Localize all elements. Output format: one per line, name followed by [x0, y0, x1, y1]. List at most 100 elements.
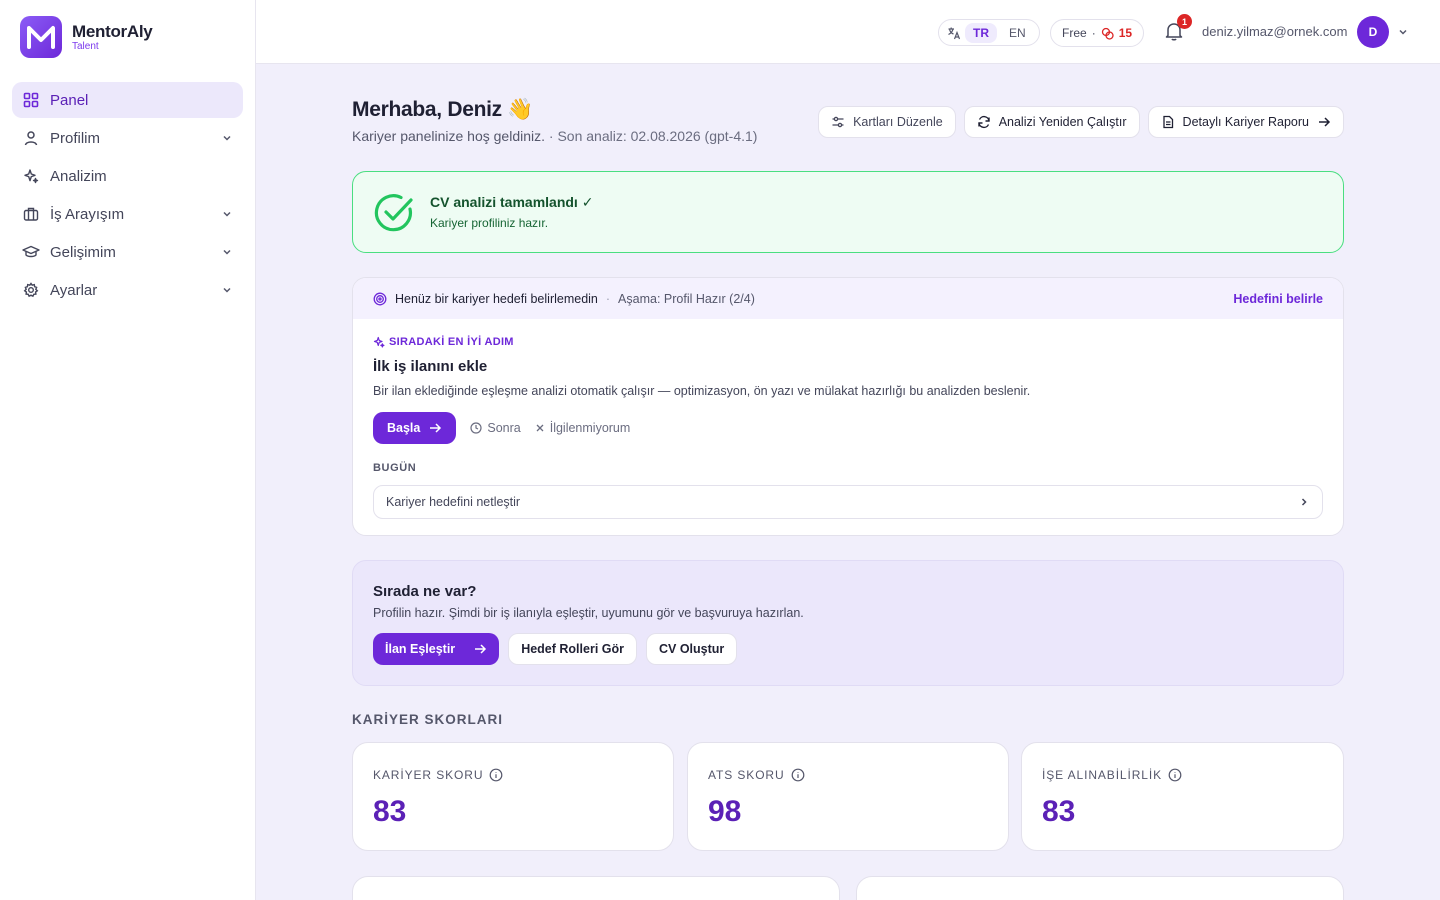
info-icon[interactable]: [791, 768, 805, 782]
start-button-label: Başla: [387, 421, 421, 435]
clock-icon: [470, 422, 482, 434]
goal-separator: ·: [605, 291, 611, 306]
page-subtitle: Kariyer panelinize hoş geldiniz. · Son a…: [352, 128, 757, 144]
header-actions: Kartları Düzenle Analizi Yeniden Çalıştı…: [818, 106, 1344, 138]
match-job-label: İlan Eşleştir: [385, 642, 456, 656]
chevron-down-icon: [223, 287, 231, 293]
cv-analysis-success-card: CV analizi tamamlandı ✓ Kariyer profilin…: [352, 171, 1344, 253]
user-email[interactable]: deniz.yilmaz@ornek.com: [1202, 24, 1347, 39]
score-value: 83: [1042, 795, 1076, 828]
score-label-text: İŞE ALINABİLİRLİK: [1042, 768, 1163, 782]
arrow-right-icon: [430, 423, 442, 433]
language-en-button[interactable]: EN: [1001, 23, 1034, 43]
check-circle-icon: [374, 194, 413, 232]
career-report-button[interactable]: Detaylı Kariyer Raporu: [1147, 106, 1344, 138]
edit-cards-label: Kartları Düzenle: [853, 115, 943, 129]
sparkles-icon: [373, 336, 385, 348]
close-icon: [536, 424, 544, 432]
language-switcher: TR EN: [938, 19, 1040, 46]
brand-name: MentorAly: [72, 22, 153, 41]
rerun-analysis-button[interactable]: Analizi Yeniden Çalıştır: [963, 106, 1140, 138]
sidebar-nav: Panel Profilim Analizim İş Arayışım Geli…: [12, 82, 243, 310]
edit-cards-button[interactable]: Kartları Düzenle: [818, 106, 956, 138]
chevron-down-icon: [223, 135, 231, 141]
bottom-card-right: [856, 876, 1344, 900]
later-label: Sonra: [487, 421, 521, 435]
plan-separator: ·: [1091, 26, 1096, 40]
sidebar-item-ayarlar[interactable]: Ayarlar: [12, 272, 243, 308]
score-value: 98: [708, 795, 742, 828]
bottom-card-left: [352, 876, 840, 900]
gear-icon: [22, 281, 40, 299]
document-icon: [1162, 115, 1173, 129]
next-step-title: İlk iş ilanını ekle: [373, 358, 488, 375]
sidebar-item-is-arayisim[interactable]: İş Arayışım: [12, 196, 243, 232]
career-report-label: Detaylı Kariyer Raporu: [1182, 115, 1309, 129]
next-step-kicker-label: SIRADAKİ EN İYİ ADIM: [389, 336, 514, 348]
target-roles-button[interactable]: Hedef Rolleri Gör: [508, 633, 637, 665]
dismiss-button[interactable]: İlgilenmiyorum: [535, 421, 631, 435]
logo-mark-icon: [20, 16, 62, 58]
chevron-right-icon: [1301, 498, 1307, 506]
refresh-icon: [977, 115, 990, 129]
employability-score-card: İŞE ALINABİLİRLİK 83: [1021, 742, 1344, 851]
info-icon[interactable]: [489, 768, 503, 782]
match-job-button[interactable]: İlan Eşleştir: [373, 633, 500, 665]
career-goal-card: Henüz bir kariyer hedefi belirlemedin · …: [352, 277, 1344, 536]
sidebar-item-analizim[interactable]: Analizim: [12, 158, 243, 194]
chevron-down-icon: [223, 249, 231, 255]
sidebar-item-gelisimim[interactable]: Gelişimim: [12, 234, 243, 270]
avatar[interactable]: D: [1357, 16, 1389, 48]
whats-next-title: Sırada ne var?: [373, 583, 477, 600]
next-step-description: Bir ilan eklediğinde eşleşme analizi oto…: [373, 384, 1031, 398]
sidebar-item-label: Analizim: [50, 167, 107, 185]
welcome-text: Kariyer panelinize hoş geldiniz.: [352, 128, 545, 144]
today-task-label: Kariyer hedefini netleştir: [386, 495, 521, 509]
sidebar: MentorAly Talent Panel Profilim Analizim: [0, 0, 256, 900]
credits-icon: [1101, 27, 1114, 40]
whats-next-description: Profilin hazır. Şimdi bir iş ilanıyla eş…: [373, 606, 804, 620]
plan-badge[interactable]: Free · 15: [1050, 19, 1145, 47]
set-goal-link[interactable]: Hedefini belirle: [1233, 292, 1323, 306]
last-analysis-text: · Son analiz: 02.08.2026 (gpt-4.1): [548, 128, 758, 144]
language-tr-button[interactable]: TR: [965, 22, 997, 43]
score-label: ATS SKORU: [708, 768, 805, 782]
topbar: TR EN Free · 15 1 deniz.yilmaz@ornek.com…: [256, 0, 1440, 64]
brand-sub: Talent: [72, 41, 99, 52]
sidebar-item-label: Gelişimim: [50, 243, 116, 261]
chevron-down-icon[interactable]: [1397, 26, 1409, 38]
goal-status-bar: Henüz bir kariyer hedefi belirlemedin · …: [353, 278, 1343, 319]
whats-next-actions: İlan Eşleştir Hedef Rolleri Gör CV Oluşt…: [373, 633, 738, 665]
score-label: İŞE ALINABİLİRLİK: [1042, 768, 1182, 782]
page-title: Merhaba, Deniz 👋: [352, 98, 534, 121]
info-icon[interactable]: [1168, 768, 1182, 782]
career-scores-heading: KARİYER SKORLARI: [352, 712, 504, 727]
chevron-down-icon: [223, 211, 231, 217]
goal-stage: Aşama: Profil Hazır (2/4): [618, 291, 755, 306]
arrow-right-icon: [475, 644, 487, 654]
sidebar-item-panel[interactable]: Panel: [12, 82, 243, 118]
start-button[interactable]: Başla: [373, 412, 457, 444]
success-subtitle: Kariyer profiliniz hazır.: [430, 216, 549, 230]
later-button[interactable]: Sonra: [470, 421, 521, 435]
rerun-analysis-label: Analizi Yeniden Çalıştır: [998, 115, 1127, 129]
score-label-text: KARİYER SKORU: [373, 768, 484, 782]
sliders-icon: [832, 116, 844, 128]
brand-logo[interactable]: MentorAly Talent: [20, 16, 153, 58]
today-task-row[interactable]: Kariyer hedefini netleştir: [373, 485, 1323, 519]
create-cv-button[interactable]: CV Oluştur: [645, 633, 738, 665]
grid-icon: [22, 91, 40, 109]
sparkles-icon: [22, 167, 40, 185]
career-score-card: KARİYER SKORU 83: [352, 742, 674, 851]
score-label-text: ATS SKORU: [708, 768, 785, 782]
target-icon: [373, 292, 387, 305]
credits-count: 15: [1118, 26, 1133, 40]
plan-name: Free: [1062, 26, 1087, 40]
briefcase-icon: [22, 205, 40, 223]
sidebar-item-profilim[interactable]: Profilim: [12, 120, 243, 156]
user-icon: [22, 129, 40, 147]
dismiss-label: İlgilenmiyorum: [549, 421, 631, 435]
sidebar-item-label: Profilim: [50, 129, 101, 147]
score-value: 83: [373, 795, 407, 828]
sidebar-item-label: Ayarlar: [50, 281, 98, 299]
